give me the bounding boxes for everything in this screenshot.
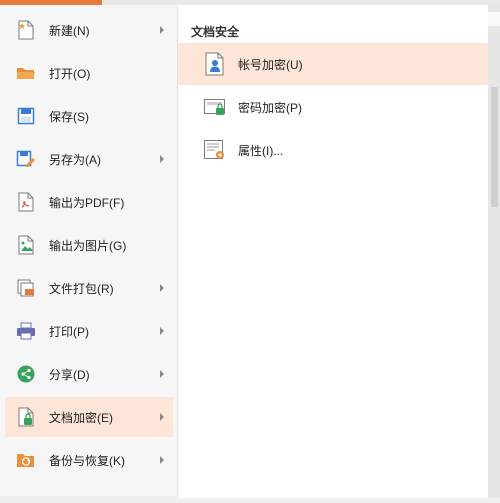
share-icon	[15, 363, 37, 385]
menu-item-label: 保存(S)	[49, 109, 89, 124]
menu-bottom-edge	[0, 496, 178, 503]
menu-item-label: 输出为PDF(F)	[49, 195, 125, 210]
menu-item-label: 新建(N)	[49, 23, 90, 38]
menu-item-label: 文件打包(R)	[49, 281, 114, 296]
properties-icon	[202, 137, 228, 163]
chevron-right-icon	[160, 456, 164, 464]
submenu-item-properties[interactable]: 属性(I)...	[178, 129, 488, 171]
package-icon	[15, 277, 37, 299]
menu-item-label: 输出为图片(G)	[49, 238, 127, 253]
chevron-right-icon	[160, 327, 164, 335]
password-encrypt-icon	[202, 94, 228, 120]
menu-item-label: 文档加密(E)	[49, 410, 113, 425]
encrypt-document-icon	[15, 406, 37, 428]
save-as-icon	[15, 148, 37, 170]
menu-item-backup-restore[interactable]: 备份与恢复(K)	[5, 440, 173, 480]
menu-item-share[interactable]: 分享(D)	[5, 354, 173, 394]
menu-item-label: 打开(O)	[49, 66, 91, 81]
menu-item-export-pdf[interactable]: 输出为PDF(F)	[5, 182, 173, 222]
menu-item-export-image[interactable]: 输出为图片(G)	[5, 225, 173, 265]
menu-item-package[interactable]: 文件打包(R)	[5, 268, 173, 308]
menu-item-encrypt-document[interactable]: 文档加密(E)	[5, 397, 173, 437]
backup-restore-icon	[15, 449, 37, 471]
document-scrollbar[interactable]	[488, 5, 500, 498]
open-folder-icon	[15, 62, 37, 84]
menu-item-save[interactable]: 保存(S)	[5, 96, 173, 136]
chevron-right-icon	[160, 370, 164, 378]
account-encrypt-icon	[202, 51, 228, 77]
print-icon	[15, 320, 37, 342]
submenu-title: 文档安全	[191, 25, 240, 39]
submenu-item-label: 帐号加密(U)	[238, 57, 303, 72]
menu-item-label: 另存为(A)	[49, 152, 101, 167]
document-edge	[488, 12, 500, 26]
menu-item-save-as[interactable]: 另存为(A)	[5, 139, 173, 179]
menu-item-open[interactable]: 打开(O)	[5, 53, 173, 93]
submenu-item-label: 密码加密(P)	[238, 100, 302, 115]
scrollbar-thumb[interactable]	[491, 87, 498, 207]
submenu-item-password-encrypt[interactable]: 密码加密(P)	[178, 86, 488, 128]
encrypt-submenu: 文档安全 帐号加密(U) 密码加密(P) 属性(I)...	[178, 5, 488, 498]
menu-item-label: 备份与恢复(K)	[49, 453, 125, 468]
chevron-right-icon	[160, 155, 164, 163]
menu-item-label: 分享(D)	[49, 367, 90, 382]
export-image-icon	[15, 234, 37, 256]
chevron-right-icon	[160, 284, 164, 292]
chevron-right-icon	[160, 413, 164, 421]
chevron-right-icon	[160, 26, 164, 34]
export-pdf-icon	[15, 191, 37, 213]
menu-item-label: 打印(P)	[49, 324, 89, 339]
new-file-icon	[15, 19, 37, 41]
menu-item-new[interactable]: 新建(N)	[5, 10, 173, 50]
submenu-item-label: 属性(I)...	[238, 143, 284, 158]
file-menu: 新建(N) 打开(O) 保存(S) 另存为(A) 输出为PDF(F) 输出为图片…	[0, 5, 178, 503]
submenu-item-account-encrypt[interactable]: 帐号加密(U)	[178, 43, 488, 85]
save-icon	[15, 105, 37, 127]
menu-item-print[interactable]: 打印(P)	[5, 311, 173, 351]
